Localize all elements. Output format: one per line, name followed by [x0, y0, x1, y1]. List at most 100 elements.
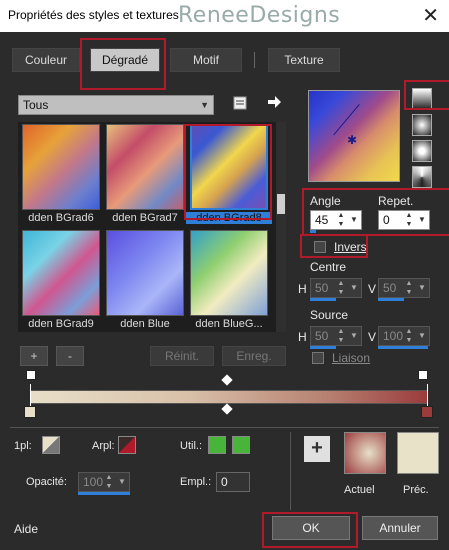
arrow-right-icon[interactable]	[266, 94, 282, 110]
source-h-label: H	[298, 330, 307, 344]
reset-button[interactable]: Réinit.	[150, 346, 214, 366]
center-handle-icon[interactable]: ✱	[347, 133, 357, 147]
help-link[interactable]: Aide	[14, 522, 38, 536]
tab-texture[interactable]: Texture	[268, 48, 340, 72]
gradient-label: dden BGrad7	[112, 212, 178, 224]
arpl-label: Arpl:	[92, 440, 115, 452]
gradient-label: dden Blue	[120, 318, 170, 330]
fg-marker-icon[interactable]	[418, 370, 428, 380]
source-h-input[interactable]: 50 ▲ ▼ ▼	[310, 326, 362, 346]
spin-icon[interactable]: ▲ ▼	[335, 279, 347, 297]
gradient-thumb[interactable]	[190, 230, 268, 316]
opacity-label: Opacité:	[26, 476, 67, 488]
link-label: Liaison	[332, 351, 371, 365]
gradient-thumb[interactable]	[22, 124, 100, 210]
chevron-down-icon[interactable]: ▼	[349, 279, 359, 297]
chevron-down-icon[interactable]: ▼	[417, 327, 427, 345]
chevron-down-icon[interactable]: ▼	[417, 279, 427, 297]
gradient-label: dden BGrad6	[28, 212, 94, 224]
gradient-bar[interactable]	[30, 390, 428, 404]
gradient-scrollbar[interactable]	[276, 122, 286, 332]
center-v-slider[interactable]	[378, 298, 404, 301]
divider	[290, 432, 291, 510]
annotation-box	[262, 512, 358, 548]
center-h-label: H	[298, 282, 307, 296]
opacity-input[interactable]: 100 ▲ ▼ ▼	[78, 472, 130, 492]
midpoint-diamond[interactable]	[221, 403, 233, 415]
current-label: Actuel	[344, 484, 375, 496]
center-h-value: 50	[315, 281, 329, 295]
spin-icon[interactable]: ▲ ▼	[403, 279, 415, 297]
book-icon[interactable]	[232, 95, 248, 111]
spin-icon[interactable]: ▲ ▼	[403, 327, 415, 345]
radial-style-icon[interactable]	[412, 140, 432, 162]
chevron-down-icon: ▼	[200, 100, 209, 110]
category-value: Tous	[23, 98, 49, 112]
save-gradient-button[interactable]: Enreg.	[222, 346, 286, 366]
chevron-down-icon[interactable]: ▼	[117, 473, 127, 491]
cancel-button[interactable]: Annuler	[362, 516, 438, 540]
first-plan-swatch[interactable]	[42, 436, 60, 454]
source-h-slider[interactable]	[310, 346, 336, 349]
window-title: Propriétés des styles et textures	[8, 8, 179, 22]
center-h-input[interactable]: 50 ▲ ▼ ▼	[310, 278, 362, 298]
category-select[interactable]: Tous ▼	[18, 95, 214, 115]
annotation-box	[302, 188, 449, 236]
source-v-input[interactable]: 100 ▲ ▼ ▼	[378, 326, 430, 346]
source-v-label: V	[368, 330, 377, 344]
previous-swatch[interactable]	[397, 432, 439, 474]
empl-label: Empl.:	[180, 476, 212, 488]
center-h-slider[interactable]	[310, 298, 336, 301]
annotation-box	[80, 38, 166, 90]
arpl-swatch[interactable]	[118, 436, 136, 454]
tab-motif[interactable]: Motif	[170, 48, 242, 72]
link-checkbox[interactable]	[312, 352, 324, 364]
gradient-label: dden BGrad9	[28, 318, 94, 330]
gradient-thumb[interactable]	[106, 124, 184, 210]
source-label: Source	[310, 308, 349, 322]
gradient-thumb[interactable]	[106, 230, 184, 316]
color-stop-right[interactable]	[421, 406, 433, 418]
gradient-preview[interactable]: ✱	[308, 90, 400, 182]
angle-handle-line	[333, 104, 360, 136]
gradient-thumb[interactable]	[22, 230, 100, 316]
util-label: Util.:	[180, 440, 202, 452]
spin-icon[interactable]: ▲ ▼	[335, 327, 347, 345]
current-swatch[interactable]	[344, 432, 386, 474]
annotation-box	[300, 234, 368, 258]
empl-value: 0	[221, 475, 228, 489]
center-label: Centre	[310, 260, 347, 274]
source-v-slider[interactable]	[378, 346, 428, 349]
util-swatch[interactable]	[232, 436, 250, 454]
opacity-slider[interactable]	[78, 492, 130, 495]
rectangular-style-icon[interactable]	[412, 114, 432, 136]
gradient-label: dden BlueG...	[195, 318, 263, 330]
sunburst-style-icon[interactable]	[412, 166, 432, 188]
stop-line	[427, 384, 428, 406]
plus-icon[interactable]: +	[304, 436, 330, 462]
center-v-label: V	[368, 282, 377, 296]
empl-input[interactable]: 0	[216, 472, 250, 492]
center-v-input[interactable]: 50 ▲ ▼ ▼	[378, 278, 430, 298]
title-bar: Propriétés des styles et textures ReneeD…	[0, 0, 449, 32]
midpoint-diamond[interactable]	[221, 374, 233, 386]
annotation-box	[404, 80, 449, 110]
opacity-value: 100	[83, 475, 104, 489]
annotation-box	[184, 124, 272, 220]
fg-marker-icon[interactable]	[26, 370, 36, 380]
source-v-value: 100	[383, 329, 404, 343]
source-h-value: 50	[315, 329, 329, 343]
first-plan-label: 1pl:	[14, 440, 32, 452]
center-v-value: 50	[383, 281, 397, 295]
tab-couleur[interactable]: Couleur	[12, 48, 80, 72]
scroll-thumb[interactable]	[277, 194, 285, 214]
add-gradient-button[interactable]: +	[20, 346, 48, 366]
chevron-down-icon[interactable]: ▼	[349, 327, 359, 345]
color-stop-left[interactable]	[24, 406, 36, 418]
close-icon[interactable]: ✕	[422, 3, 439, 28]
spin-icon[interactable]: ▲ ▼	[103, 473, 115, 491]
remove-gradient-button[interactable]: -	[56, 346, 84, 366]
stop-line	[30, 384, 31, 406]
util-swatch[interactable]	[208, 436, 226, 454]
divider	[10, 427, 439, 428]
